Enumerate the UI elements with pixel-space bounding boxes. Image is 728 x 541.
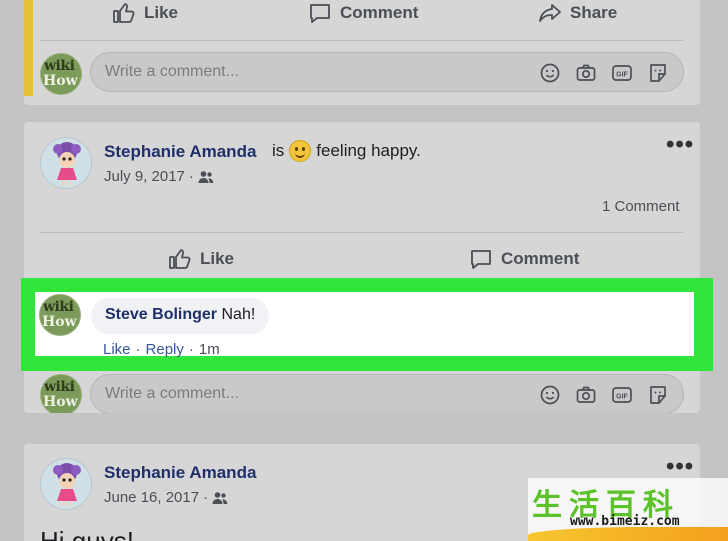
svg-text:GIF: GIF: [616, 72, 628, 79]
post-date[interactable]: July 9, 2017: [104, 168, 185, 185]
emoji-icon[interactable]: [539, 62, 561, 84]
gif-icon[interactable]: GIF: [611, 384, 633, 406]
sticker-icon[interactable]: [647, 62, 669, 84]
doll-avatar-image: [53, 142, 81, 186]
post-text: Hi guys!: [40, 526, 134, 541]
comment-button[interactable]: Comment: [308, 1, 418, 25]
action-row: Like Comment Share: [24, 0, 700, 33]
comment-button[interactable]: Comment: [469, 247, 579, 271]
like-button[interactable]: Like: [168, 247, 234, 271]
author-name[interactable]: Stephanie Amanda: [104, 463, 256, 483]
comment-placeholder: Write a comment...: [105, 63, 239, 80]
smiley-icon: [289, 140, 312, 162]
thumbs-up-icon: [113, 3, 135, 23]
meta-separator: ·: [135, 341, 141, 358]
status-line: is feeling happy.: [272, 140, 421, 162]
comment-reply-link[interactable]: Reply: [146, 341, 184, 358]
feeling-text: feeling happy.: [316, 141, 421, 160]
like-label: Like: [144, 3, 179, 22]
comment-label: Comment: [340, 3, 419, 22]
comment-count[interactable]: 1 Comment: [602, 198, 680, 215]
share-label: Share: [570, 3, 618, 22]
date-separator: ·: [188, 168, 194, 185]
comment-time[interactable]: 1m: [199, 341, 220, 358]
svg-text:GIF: GIF: [616, 394, 628, 401]
thumbs-up-icon: [169, 249, 191, 269]
comment-row: wiki How Steve Bolinger Nah! Like · Repl…: [35, 292, 694, 358]
comment-placeholder: Write a comment...: [105, 385, 239, 402]
commenter-name[interactable]: Steve Bolinger: [105, 306, 217, 323]
post-date-line: June 16, 2017 ·: [104, 489, 228, 506]
post-date[interactable]: June 16, 2017: [104, 489, 199, 506]
author-avatar[interactable]: [40, 137, 92, 189]
commenter-avatar[interactable]: wiki How: [39, 294, 81, 336]
author-avatar[interactable]: [40, 458, 92, 510]
like-label: Like: [200, 249, 235, 268]
avatar[interactable]: wiki How: [40, 374, 82, 413]
more-icon[interactable]: •••: [666, 133, 694, 157]
more-icon[interactable]: •••: [666, 455, 694, 479]
watermark-swoosh: [528, 527, 728, 541]
avatar[interactable]: wiki How: [40, 53, 82, 95]
meta-separator: ·: [188, 341, 194, 358]
doll-avatar-image: [53, 463, 81, 507]
post-date-line: July 9, 2017 ·: [104, 168, 214, 185]
author-name[interactable]: Stephanie Amanda: [104, 142, 256, 162]
sticker-icon[interactable]: [647, 384, 669, 406]
comment-like-link[interactable]: Like: [103, 341, 131, 358]
comment-input[interactable]: Write a comment... GIF: [90, 374, 684, 413]
watermark: 生活百科 www.bimeiz.com: [528, 478, 728, 541]
comment-text: Nah!: [221, 306, 256, 323]
highlighted-comment: wiki How Steve Bolinger Nah! Like · Repl…: [21, 278, 713, 371]
share-button[interactable]: Share: [538, 1, 617, 25]
camera-icon[interactable]: [575, 384, 597, 406]
comment-input[interactable]: Write a comment... GIF: [90, 52, 684, 92]
camera-icon[interactable]: [575, 62, 597, 84]
divider: [40, 40, 684, 41]
divider: [40, 232, 684, 233]
date-separator: ·: [203, 489, 209, 506]
comment-bubble: Steve Bolinger Nah!: [91, 298, 270, 334]
audience-icon[interactable]: [212, 491, 228, 505]
post-card-top: Like Comment Share wiki How Write a comm…: [24, 0, 700, 105]
comment-label: Comment: [501, 249, 580, 268]
comment-meta: Like · Reply · 1m: [103, 341, 220, 358]
status-is: is: [272, 141, 285, 160]
comment-icon: [310, 4, 330, 23]
like-button[interactable]: Like: [112, 1, 178, 25]
gif-icon[interactable]: GIF: [611, 62, 633, 84]
comment-icon: [471, 250, 491, 269]
share-icon: [539, 4, 561, 22]
audience-icon[interactable]: [198, 170, 214, 184]
emoji-icon[interactable]: [539, 384, 561, 406]
